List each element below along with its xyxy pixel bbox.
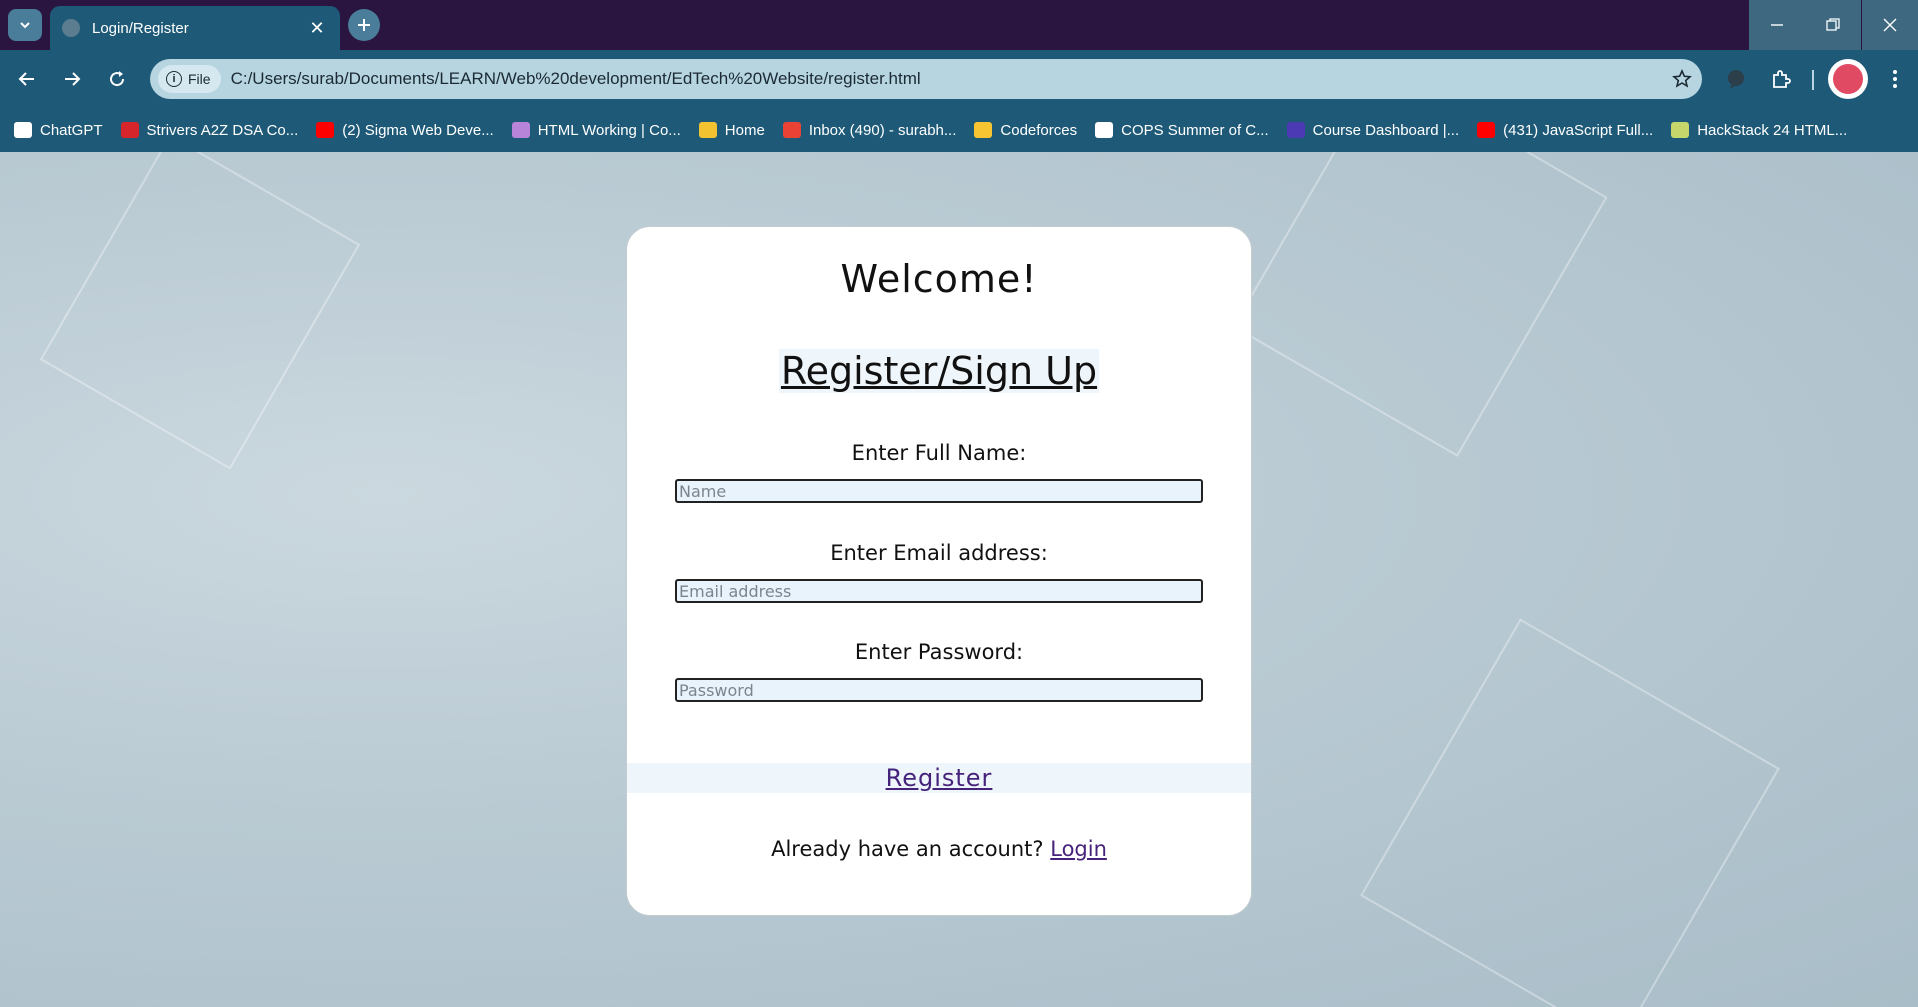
tab-strip: Login/Register ✕ <box>0 0 1918 50</box>
bookmark-item[interactable]: (431) JavaScript Full... <box>1477 122 1653 139</box>
restore-icon <box>1826 18 1840 31</box>
toolbar-divider <box>1812 70 1814 90</box>
page-viewport: Welcome! Register/Sign Up Enter Full Nam… <box>0 152 1918 1007</box>
register-card: Welcome! Register/Sign Up Enter Full Nam… <box>626 226 1252 916</box>
register-bar: Register <box>627 763 1251 793</box>
bookmark-label: ChatGPT <box>40 121 103 139</box>
puzzle-icon <box>1773 70 1791 88</box>
register-button[interactable]: Register <box>886 764 993 792</box>
plus-icon <box>358 19 370 31</box>
chat-bubble-icon <box>1728 70 1744 89</box>
hackstack-icon <box>1671 122 1690 138</box>
bookmark-label: Inbox (490) - surabh... <box>808 121 957 139</box>
register-heading: Register/Sign Up <box>627 349 1251 393</box>
forward-button[interactable] <box>57 64 87 94</box>
tab-search-button[interactable] <box>8 9 42 41</box>
minimize-button[interactable] <box>1749 0 1805 50</box>
bookmark-label: Codeforces <box>1000 121 1078 139</box>
cops-icon <box>1095 122 1114 138</box>
youtube-icon <box>316 122 335 138</box>
site-info-chip[interactable]: i File <box>158 65 221 93</box>
avatar-image <box>1833 64 1863 94</box>
password-input[interactable] <box>675 678 1203 702</box>
name-label: Enter Full Name: <box>851 441 1027 465</box>
extension-button[interactable] <box>1721 64 1751 94</box>
chevron-down-icon <box>20 22 30 29</box>
info-icon: i <box>166 71 182 87</box>
close-tab-icon[interactable]: ✕ <box>306 18 328 39</box>
restore-button[interactable] <box>1805 0 1861 50</box>
close-window-button[interactable] <box>1862 0 1918 50</box>
arrow-left-icon <box>18 72 34 86</box>
reload-button[interactable] <box>102 64 132 94</box>
chatgpt-icon <box>14 122 32 138</box>
profile-avatar[interactable] <box>1828 59 1868 99</box>
bookmark-label: (431) JavaScript Full... <box>1503 121 1654 139</box>
register-heading-text: Register/Sign Up <box>778 349 1100 393</box>
bookmark-label: HTML Working | Co... <box>537 121 681 139</box>
back-button[interactable] <box>12 64 42 94</box>
bookmark-star-button[interactable] <box>1662 69 1702 89</box>
url-text[interactable]: C:/Users/surab/Documents/LEARN/Web%20dev… <box>231 69 1662 89</box>
name-input[interactable] <box>675 479 1203 503</box>
extensions-menu-button[interactable] <box>1766 64 1796 94</box>
browser-toolbar: i File C:/Users/surab/Documents/LEARN/We… <box>0 50 1918 108</box>
reload-icon <box>110 71 125 87</box>
bookmark-item[interactable]: Codeforces <box>974 122 1077 139</box>
email-input[interactable] <box>675 579 1203 603</box>
bookmark-item[interactable]: Course Dashboard |... <box>1286 121 1460 139</box>
browser-menu-button[interactable] <box>1880 64 1910 94</box>
background-hexagon <box>1232 152 1608 457</box>
tuf-icon <box>120 122 139 138</box>
home-icon <box>698 122 717 138</box>
background-hexagon <box>39 152 361 470</box>
bookmark-item[interactable]: Inbox (490) - surabh... <box>782 121 957 139</box>
star-icon <box>1672 69 1692 88</box>
bookmark-item[interactable]: Strivers A2Z DSA Co... <box>120 121 299 139</box>
bookmark-label: Course Dashboard |... <box>1312 121 1460 139</box>
login-prompt: Already have an account? Login <box>627 837 1251 861</box>
gmail-icon <box>782 122 801 138</box>
bookmark-label: Home <box>724 121 765 139</box>
bookmark-item[interactable]: Home <box>698 121 765 139</box>
globe-icon <box>62 19 80 37</box>
password-label: Enter Password: <box>854 640 1024 664</box>
bookmark-item[interactable]: ChatGPT <box>14 122 103 139</box>
bookmark-label: Strivers A2Z DSA Co... <box>146 121 299 139</box>
more-vertical-icon <box>1893 70 1897 88</box>
bookmark-item[interactable]: COPS Summer of C... <box>1095 122 1269 139</box>
bookmark-label: HackStack 24 HTML... <box>1697 121 1848 139</box>
welcome-heading: Welcome! <box>840 257 1038 301</box>
youtube-icon <box>1477 122 1496 138</box>
bookmark-label: COPS Summer of C... <box>1121 121 1269 139</box>
login-link[interactable]: Login <box>1050 837 1107 861</box>
login-prompt-text: Already have an account? <box>771 837 1044 861</box>
close-icon <box>1883 18 1897 32</box>
site-info-label: File <box>188 71 211 87</box>
active-tab[interactable]: Login/Register ✕ <box>50 6 340 50</box>
bookmark-item[interactable]: (2) Sigma Web Deve... <box>316 121 494 139</box>
tab-title: Login/Register <box>92 19 189 37</box>
minimize-icon <box>1771 24 1783 26</box>
arrow-right-icon <box>65 72 81 86</box>
bookmarks-bar: ChatGPT Strivers A2Z DSA Co... (2) Sigma W… <box>0 108 1918 152</box>
globe-icon <box>511 122 530 138</box>
address-bar[interactable]: i File C:/Users/surab/Documents/LEARN/We… <box>150 59 1702 99</box>
new-tab-button[interactable] <box>348 9 380 41</box>
bookmark-label: (2) Sigma Web Deve... <box>342 121 494 139</box>
bookmark-item[interactable]: HTML Working | Co... <box>511 121 681 139</box>
codeforces-icon <box>974 122 993 138</box>
bookmark-item[interactable]: HackStack 24 HTML... <box>1671 122 1847 139</box>
course-icon <box>1286 122 1305 138</box>
background-hexagon <box>1360 618 1780 1007</box>
email-label: Enter Email address: <box>830 541 1048 565</box>
